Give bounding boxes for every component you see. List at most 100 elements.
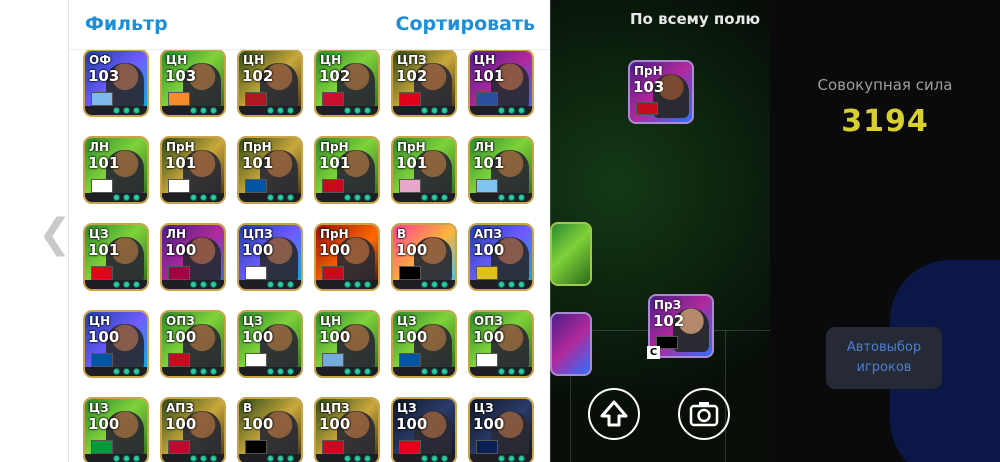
- skill-dot-icon: [498, 455, 505, 462]
- skill-dot-icon: [431, 194, 438, 201]
- skill-strip: [316, 106, 378, 115]
- skill-dot-icon: [508, 107, 515, 114]
- flag-icon: [399, 353, 421, 367]
- skill-dot-icon: [277, 194, 284, 201]
- player-card[interactable]: ЦЗ 101: [83, 223, 149, 291]
- player-position: ПрЗ: [654, 298, 682, 312]
- player-rating: 100: [319, 328, 351, 346]
- skill-dot-icon: [123, 368, 130, 375]
- skill-dot-icon: [190, 194, 197, 201]
- player-card[interactable]: ОПЗ 100: [160, 310, 226, 378]
- player-card[interactable]: В 100: [391, 223, 457, 291]
- player-position: В: [397, 227, 407, 241]
- player-card[interactable]: ЦН 101: [468, 49, 534, 117]
- player-card[interactable]: ЛН 101: [468, 136, 534, 204]
- screenshot-button[interactable]: [678, 388, 730, 440]
- player-card[interactable]: ЦЗ 100: [468, 397, 534, 462]
- skill-strip: [85, 454, 147, 462]
- player-position: ЦН: [89, 314, 111, 328]
- player-rating: 100: [396, 241, 428, 259]
- player-rating: 101: [88, 154, 120, 172]
- skill-strip: [470, 193, 532, 202]
- player-position: ЛН: [474, 140, 495, 154]
- auto-select-players-button[interactable]: Автовыбор игроков: [826, 327, 942, 389]
- skill-strip: [85, 106, 147, 115]
- player-card[interactable]: ЦПЗ 102: [391, 49, 457, 117]
- skill-dot-icon: [354, 281, 361, 288]
- sort-button[interactable]: Сортировать: [396, 13, 535, 35]
- player-position: ЦЗ: [89, 401, 109, 415]
- player-position: ЦЗ: [243, 314, 263, 328]
- player-card[interactable]: ПрН 100: [314, 223, 380, 291]
- skill-dot-icon: [200, 194, 207, 201]
- skill-dot-icon: [354, 368, 361, 375]
- chevron-left-icon[interactable]: ❮: [38, 214, 72, 254]
- player-card[interactable]: ЛН 100: [160, 223, 226, 291]
- player-card[interactable]: ЦЗ 100: [83, 397, 149, 462]
- player-card[interactable]: ЦН 102: [237, 49, 303, 117]
- player-card[interactable]: ЦН 100: [314, 310, 380, 378]
- skill-dot-icon: [210, 455, 217, 462]
- skill-dot-icon: [190, 107, 197, 114]
- flag-icon: [91, 266, 113, 280]
- skill-dot-icon: [354, 107, 361, 114]
- skill-dot-icon: [200, 281, 207, 288]
- skill-strip: [393, 106, 455, 115]
- player-card[interactable]: ЦН 100: [83, 310, 149, 378]
- flag-icon: [476, 179, 498, 193]
- flag-icon: [476, 353, 498, 367]
- skill-dot-icon: [133, 281, 140, 288]
- player-card[interactable]: ЦЗ 100: [237, 310, 303, 378]
- player-rating: 100: [88, 328, 120, 346]
- player-card[interactable]: ПрН 101: [237, 136, 303, 204]
- skill-strip: [316, 280, 378, 289]
- player-card[interactable]: ОФ 103: [83, 49, 149, 117]
- player-card[interactable]: В 100: [237, 397, 303, 462]
- player-card[interactable]: ПрН 101: [314, 136, 380, 204]
- player-rating: 102: [396, 67, 428, 85]
- skill-dot-icon: [441, 368, 448, 375]
- skill-dot-icon: [267, 107, 274, 114]
- player-card[interactable]: ЦЗ 100: [391, 397, 457, 462]
- player-rating: 100: [165, 328, 197, 346]
- player-position: ЦПЗ: [243, 227, 273, 241]
- share-button[interactable]: [588, 388, 640, 440]
- upload-arrow-icon: [600, 400, 628, 427]
- player-rating: 103: [88, 67, 120, 85]
- player-card[interactable]: ЦПЗ 100: [314, 397, 380, 462]
- player-card[interactable]: АПЗ 100: [468, 223, 534, 291]
- player-card[interactable]: ПрН 101: [160, 136, 226, 204]
- player-rating: 102: [653, 312, 685, 330]
- player-card[interactable]: ЦЗ 100: [391, 310, 457, 378]
- player-card[interactable]: ОПЗ 100: [468, 310, 534, 378]
- skill-dot-icon: [364, 107, 371, 114]
- skill-dot-icon: [123, 455, 130, 462]
- player-card[interactable]: ПрН 101: [391, 136, 457, 204]
- skill-dot-icon: [441, 281, 448, 288]
- player-card[interactable]: ЛН 101: [83, 136, 149, 204]
- pitch-player-card[interactable]: [550, 312, 592, 376]
- player-position: ПрН: [634, 64, 663, 78]
- skill-strip: [316, 367, 378, 376]
- flag-icon: [168, 92, 190, 106]
- filter-button[interactable]: Фильтр: [85, 13, 168, 35]
- skill-dot-icon: [364, 281, 371, 288]
- skill-dot-icon: [200, 455, 207, 462]
- skill-dot-icon: [267, 281, 274, 288]
- pitch-player-card[interactable]: [550, 222, 592, 286]
- skill-strip: [239, 280, 301, 289]
- flag-icon: [636, 102, 658, 115]
- player-position: ЛН: [89, 140, 110, 154]
- player-card[interactable]: АПЗ 100: [160, 397, 226, 462]
- skill-dot-icon: [200, 368, 207, 375]
- skill-dot-icon: [364, 368, 371, 375]
- skill-dot-icon: [267, 455, 274, 462]
- player-rating: 100: [396, 328, 428, 346]
- player-card[interactable]: ЦН 102: [314, 49, 380, 117]
- flag-icon: [245, 266, 267, 280]
- player-card[interactable]: ЦПЗ 100: [237, 223, 303, 291]
- player-card[interactable]: ЦН 103: [160, 49, 226, 117]
- skill-strip: [162, 193, 224, 202]
- pitch-player-card[interactable]: ПрН 103: [628, 60, 694, 124]
- skill-dot-icon: [210, 368, 217, 375]
